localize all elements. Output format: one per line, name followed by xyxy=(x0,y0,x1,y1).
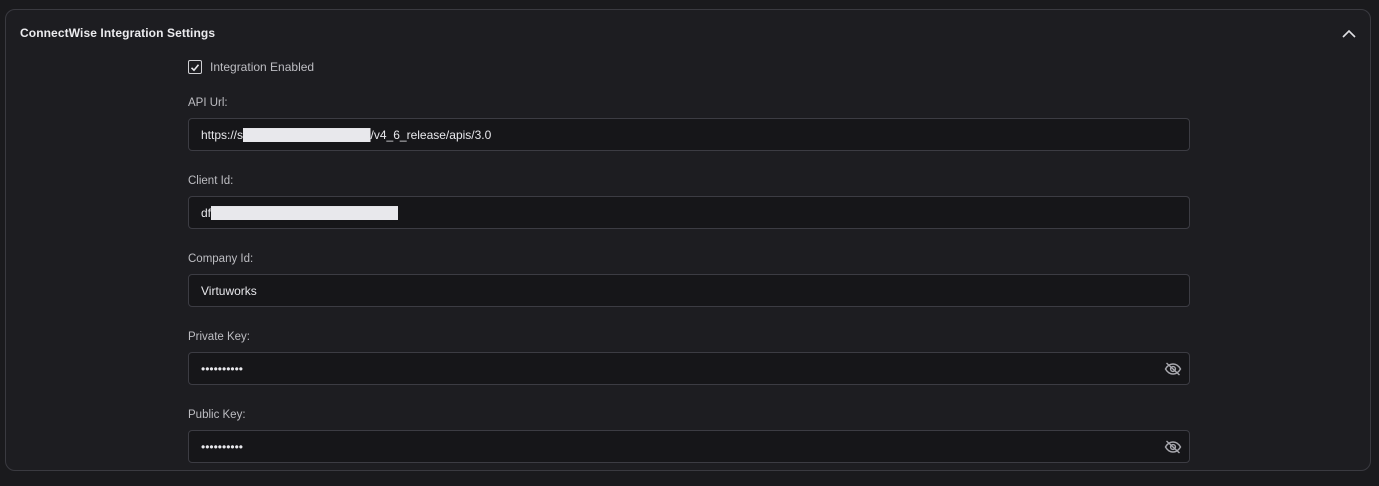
client-id-label: Client Id: xyxy=(188,175,234,187)
collapse-button[interactable] xyxy=(1340,24,1358,42)
checkmark-icon xyxy=(190,63,200,71)
eye-off-icon xyxy=(1164,440,1182,454)
api-url-input[interactable] xyxy=(189,119,1189,150)
private-key-label: Private Key: xyxy=(188,331,250,343)
public-key-field: Public Key: xyxy=(188,408,1191,463)
eye-off-icon xyxy=(1164,362,1182,376)
company-id-input-wrap xyxy=(188,274,1190,307)
private-key-field: Private Key: xyxy=(188,330,1191,385)
settings-form: Integration Enabled API Url: Client Id: … xyxy=(188,58,1191,486)
chevron-up-icon xyxy=(1342,29,1356,38)
public-key-input-wrap xyxy=(188,430,1190,463)
integration-enabled-row: Integration Enabled xyxy=(188,58,1191,76)
connectwise-settings-panel: ConnectWise Integration Settings Integra… xyxy=(5,9,1371,471)
panel-title: ConnectWise Integration Settings xyxy=(20,26,216,40)
api-url-field: API Url: xyxy=(188,96,1191,151)
integration-enabled-checkbox[interactable] xyxy=(188,60,202,74)
api-url-label: API Url: xyxy=(188,97,228,109)
company-id-field: Company Id: xyxy=(188,252,1191,307)
company-id-label: Company Id: xyxy=(188,253,254,265)
integration-enabled-label: Integration Enabled xyxy=(210,60,315,74)
public-key-label: Public Key: xyxy=(188,409,246,421)
private-key-visibility-toggle[interactable] xyxy=(1163,360,1183,378)
public-key-input[interactable] xyxy=(189,431,1189,462)
company-id-input[interactable] xyxy=(189,275,1189,306)
public-key-visibility-toggle[interactable] xyxy=(1163,438,1183,456)
private-key-input[interactable] xyxy=(189,353,1189,384)
private-key-input-wrap xyxy=(188,352,1190,385)
client-id-input-wrap xyxy=(188,196,1190,229)
client-id-input[interactable] xyxy=(189,197,1189,228)
api-url-input-wrap xyxy=(188,118,1190,151)
client-id-field: Client Id: xyxy=(188,174,1191,229)
